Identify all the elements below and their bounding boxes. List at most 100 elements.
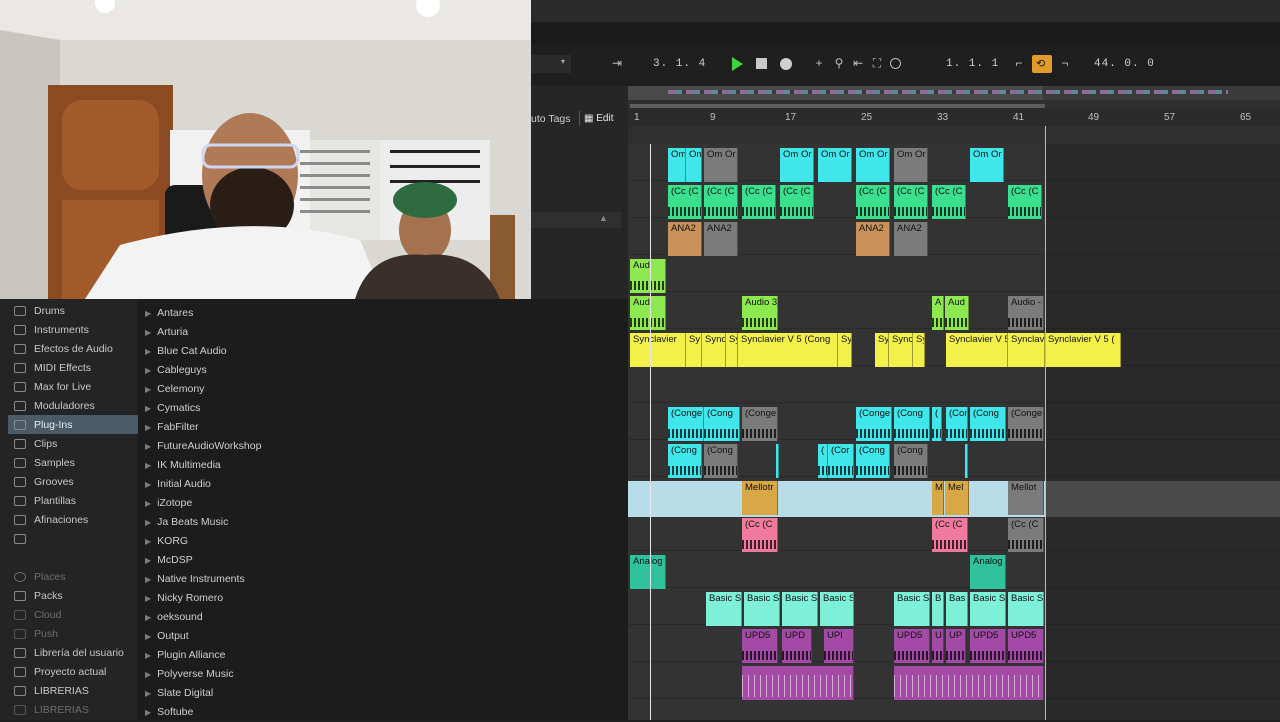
clip[interactable]: (Cc (C xyxy=(1008,185,1042,219)
plugin-folder[interactable]: ▶ Celemony xyxy=(145,380,204,399)
clip[interactable]: Sy xyxy=(875,333,889,367)
clip[interactable]: (Cc (C xyxy=(704,185,738,219)
edit-button[interactable]: ▦ Edit xyxy=(579,111,617,126)
clip[interactable]: (Cc (C xyxy=(742,518,778,552)
clip[interactable]: Sync xyxy=(702,333,726,367)
clip[interactable]: Om Or xyxy=(704,148,738,182)
arrangement-view[interactable]: 1 9 17 25 33 41 49 57 65 Om Om Om Or Om … xyxy=(628,86,1280,720)
clip[interactable]: Aud xyxy=(630,259,666,293)
plugin-folder[interactable]: ▶ KORG xyxy=(145,532,188,551)
clip[interactable]: ANA2 xyxy=(668,222,702,256)
clip[interactable]: UPD5 xyxy=(894,629,930,663)
clip[interactable]: Sy xyxy=(838,333,852,367)
category-templates[interactable]: Plantillas xyxy=(14,491,137,510)
clip[interactable]: Sy xyxy=(913,333,925,367)
plugin-folder[interactable]: ▶ Arturia xyxy=(145,323,188,342)
clip[interactable]: (Cc (C xyxy=(932,185,966,219)
clip[interactable]: (Cor xyxy=(828,444,854,478)
clip[interactable]: (Cc (C xyxy=(1008,518,1044,552)
clip[interactable]: UP xyxy=(946,629,966,663)
category-images[interactable] xyxy=(14,529,137,548)
collapse-icon[interactable]: ▲ xyxy=(599,213,608,223)
clip[interactable]: (Cong xyxy=(856,444,890,478)
place-librerias[interactable]: LIBRERIAS xyxy=(14,681,137,700)
clip[interactable]: Aud xyxy=(945,296,969,330)
clip[interactable]: Basic S xyxy=(1008,592,1044,626)
plugin-folder[interactable]: ▶ Blue Cat Audio xyxy=(145,342,227,361)
capture-icon[interactable]: ⛶ xyxy=(870,56,884,70)
beat-ruler[interactable] xyxy=(628,108,1280,126)
plugin-folder[interactable]: ▶ Antares xyxy=(145,304,193,323)
clip[interactable]: Synclavier xyxy=(630,333,686,367)
clip[interactable]: (Cc (C xyxy=(894,185,928,219)
clip[interactable]: Analog xyxy=(970,555,1006,589)
category-grooves[interactable]: Grooves xyxy=(14,472,137,491)
clip[interactable]: Mel xyxy=(945,481,969,515)
category-tunings[interactable]: Afinaciones xyxy=(14,510,137,529)
clip[interactable]: Audio 3 xyxy=(742,296,778,330)
plugin-folder[interactable]: ▶ Cableguys xyxy=(145,361,207,380)
clip[interactable]: Om xyxy=(686,148,702,182)
plugin-folder[interactable]: ▶ Softube xyxy=(145,703,193,722)
clip[interactable]: Sy xyxy=(726,333,738,367)
clip[interactable]: Om xyxy=(668,148,686,182)
record-icon[interactable] xyxy=(780,58,792,70)
clip[interactable]: ( xyxy=(932,407,942,441)
plugin-folder[interactable]: ▶ McDSP xyxy=(145,551,193,570)
loop-length[interactable]: 44. 0. 0 xyxy=(1094,58,1155,70)
clip[interactable]: ANA2 xyxy=(894,222,928,256)
clip[interactable]: (Cc (C xyxy=(668,185,702,219)
clip[interactable]: (Cong xyxy=(970,407,1006,441)
clip[interactable]: UPD xyxy=(782,629,812,663)
plugin-folder[interactable]: ▶ Ja Beats Music xyxy=(145,513,228,532)
loop-end-marker[interactable] xyxy=(1045,126,1046,720)
back-to-arrangement-icon[interactable]: ⇤ xyxy=(851,56,865,70)
loop-switch[interactable]: ⟲ xyxy=(1032,55,1052,73)
clip[interactable]: Basic S xyxy=(782,592,818,626)
automation-arm-icon[interactable]: ⚲ xyxy=(832,56,846,70)
place-packs[interactable]: Packs xyxy=(14,586,137,605)
clip[interactable]: (Cc (C xyxy=(742,185,776,219)
punch-out-icon[interactable]: ¬ xyxy=(1058,56,1072,70)
clip[interactable]: (Conge xyxy=(1008,407,1044,441)
category-audio-effects[interactable]: Efectos de Audio xyxy=(14,339,137,358)
clip[interactable]: (Cc (C xyxy=(780,185,814,219)
category-clips[interactable]: Clips xyxy=(14,434,137,453)
place-push[interactable]: Push xyxy=(14,624,137,643)
clip[interactable]: Synclavier V 5 (Cong xyxy=(738,333,838,367)
clip[interactable]: UPI xyxy=(824,629,854,663)
overview-strip[interactable] xyxy=(628,86,1280,100)
plugin-folder[interactable]: ▶ Output xyxy=(145,627,189,646)
clip[interactable]: (Cong xyxy=(894,407,930,441)
punch-in-icon[interactable]: ⌐ xyxy=(1012,56,1026,70)
clip[interactable]: Basic S xyxy=(744,592,780,626)
clip[interactable]: Sync xyxy=(889,333,913,367)
clip[interactable]: Om Or xyxy=(970,148,1004,182)
category-drums[interactable]: Drums xyxy=(14,301,137,320)
clip[interactable]: UPD5 xyxy=(1008,629,1044,663)
category-max-for-live[interactable]: Max for Live xyxy=(14,377,137,396)
clip[interactable]: (Cong xyxy=(704,444,738,478)
plugin-folder[interactable]: ▶ FutureAudioWorkshop xyxy=(145,437,261,456)
clip[interactable]: Audio - xyxy=(1008,296,1044,330)
clip[interactable]: Sy xyxy=(686,333,702,367)
plugin-folder[interactable]: ▶ iZotope xyxy=(145,494,192,513)
place-current-project[interactable]: Proyecto actual xyxy=(14,662,137,681)
place-cloud[interactable]: Cloud xyxy=(14,605,137,624)
clip[interactable]: UPD5 xyxy=(970,629,1006,663)
plugin-folder[interactable]: ▶ IK Multimedia xyxy=(145,456,221,475)
plugin-folder[interactable]: ▶ Cymatics xyxy=(145,399,200,418)
plugin-folder[interactable]: ▶ Initial Audio xyxy=(145,475,211,494)
loop-start[interactable]: 1. 1. 1 xyxy=(946,58,999,70)
category-modulators[interactable]: Moduladores xyxy=(14,396,137,415)
plugin-folder[interactable]: ▶ oeksound xyxy=(145,608,203,627)
browser-search-row[interactable]: ▲ xyxy=(531,212,621,228)
clip[interactable]: Synclavier V 5 ( xyxy=(1045,333,1121,367)
clip[interactable]: (Cc (C xyxy=(856,185,890,219)
overdub-icon[interactable]: + xyxy=(812,56,826,70)
clip[interactable]: B xyxy=(932,592,944,626)
category-instruments[interactable]: Instruments xyxy=(14,320,137,339)
plugin-folder[interactable]: ▶ Native Instruments xyxy=(145,570,245,589)
clip[interactable]: Synclavier V 5 (Cong xyxy=(946,333,1008,367)
plugin-folder[interactable]: ▶ Plugin Alliance xyxy=(145,646,225,665)
